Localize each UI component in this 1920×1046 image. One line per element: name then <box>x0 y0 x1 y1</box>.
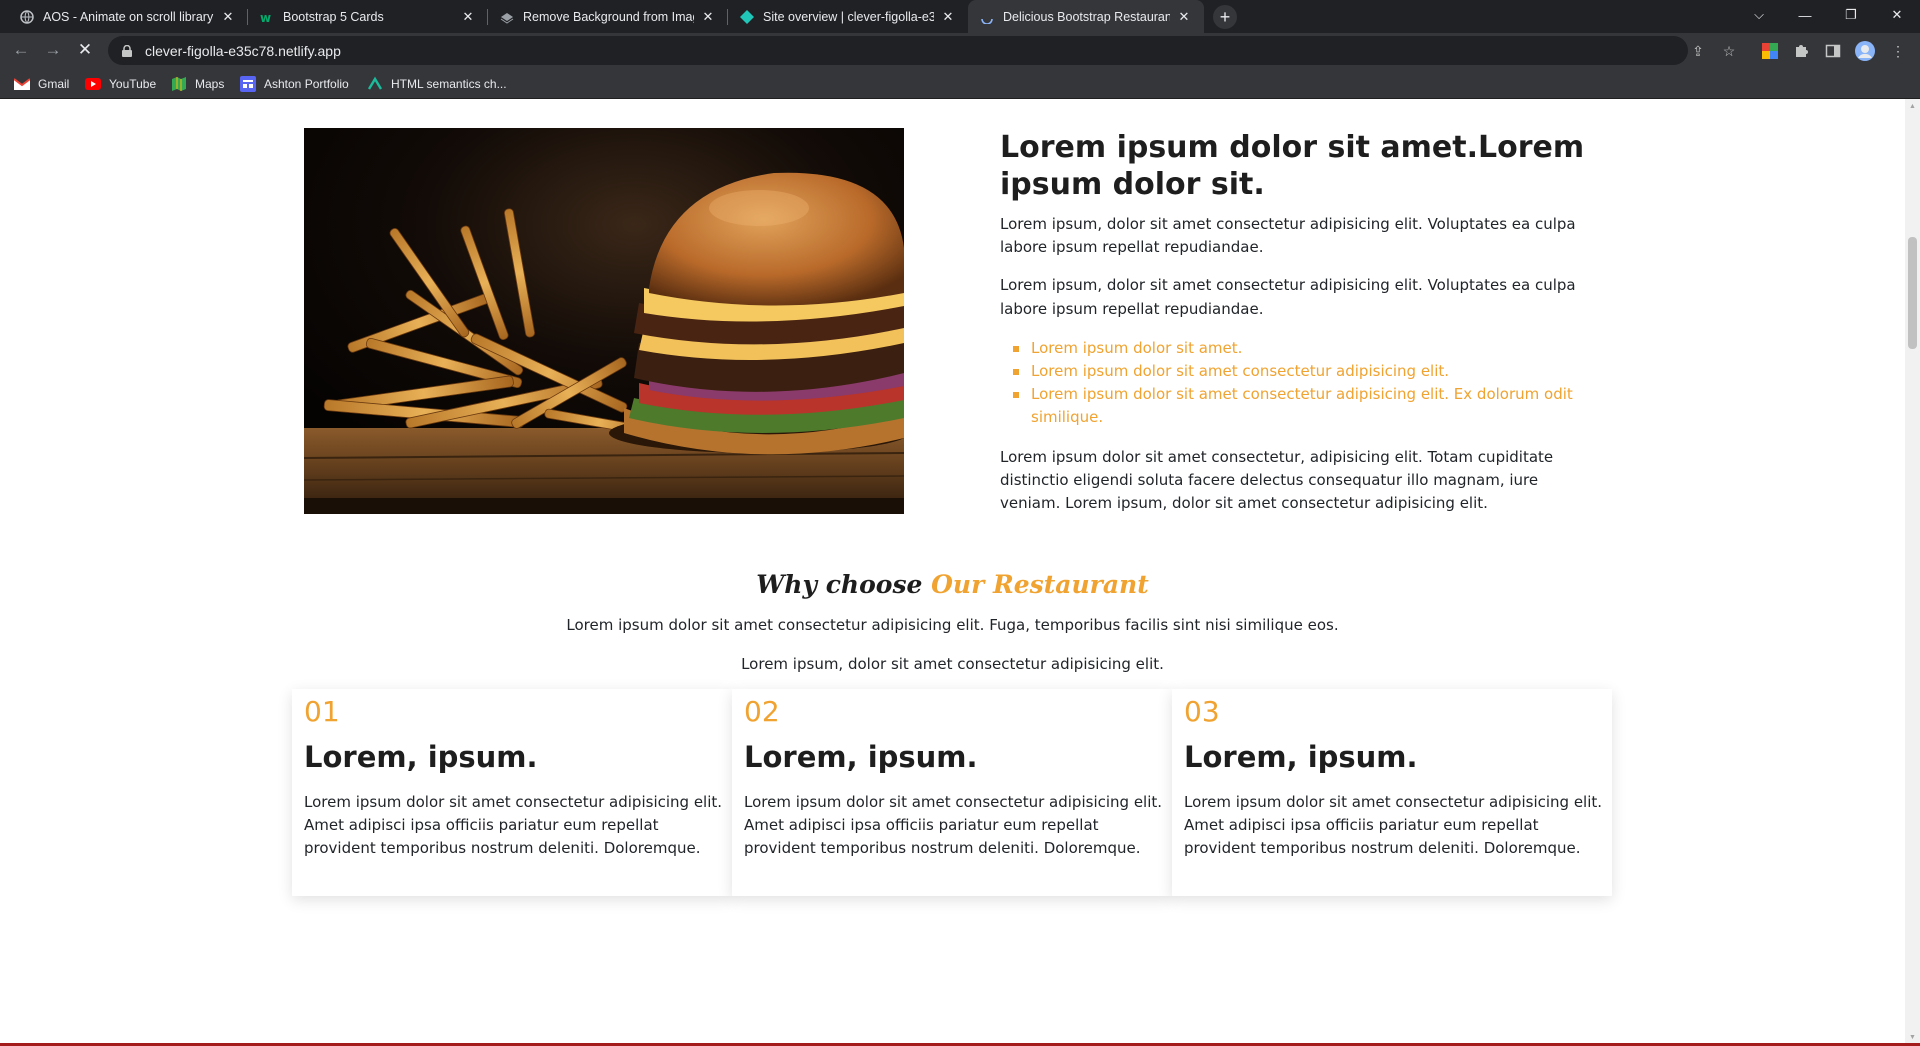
tab-aos[interactable]: AOS - Animate on scroll library ✕ <box>8 0 248 33</box>
feature-card: 03 Lorem, ipsum. Lorem ipsum dolor sit a… <box>1172 689 1612 896</box>
feature-card: 02 Lorem, ipsum. Lorem ipsum dolor sit a… <box>732 689 1172 896</box>
page-viewport: Lorem ipsum dolor sit amet.Lorem ipsum d… <box>0 99 1905 1046</box>
tab-title: Remove Background from Image <box>523 9 694 24</box>
bookmark-ashton-portfolio[interactable]: Ashton Portfolio <box>240 74 349 94</box>
new-tab-button[interactable]: + <box>1213 5 1237 29</box>
close-icon[interactable]: ✕ <box>1176 9 1192 25</box>
bookmark-label: Gmail <box>38 77 70 91</box>
color-extension-icon[interactable] <box>1760 41 1780 61</box>
gmail-icon <box>14 76 30 92</box>
about-heading: Lorem ipsum dolor sit amet.Lorem ipsum d… <box>1000 130 1585 202</box>
card-number: 02 <box>744 695 780 728</box>
bookmark-maps[interactable]: Maps <box>171 74 224 94</box>
card-number: 01 <box>304 695 340 728</box>
tab-netlify[interactable]: Site overview | clever-figolla-e35c ✕ <box>728 0 968 33</box>
bookmark-html-semantics[interactable]: HTML semantics ch... <box>367 74 507 94</box>
extensions-puzzle-icon[interactable] <box>1791 41 1811 61</box>
card-number: 03 <box>1184 695 1220 728</box>
portfolio-icon <box>240 76 256 92</box>
feature-cards: 01 Lorem, ipsum. Lorem ipsum dolor sit a… <box>292 689 1612 896</box>
lock-icon[interactable] <box>120 44 134 58</box>
url-text[interactable]: clever-figolla-e35c78.netlify.app <box>145 43 341 59</box>
bookmark-label: YouTube <box>109 77 157 91</box>
close-icon[interactable]: ✕ <box>220 9 236 25</box>
page-scrollbar[interactable]: ▲ ▼ <box>1905 99 1920 1046</box>
why-title-accent: Our Restaurant <box>931 570 1149 599</box>
bookmark-label: HTML semantics ch... <box>391 77 507 91</box>
about-list-item: Lorem ipsum dolor sit amet. <box>1013 337 1600 360</box>
card-title: Lorem, ipsum. <box>1184 740 1418 774</box>
html-icon <box>367 76 383 92</box>
minimize-button[interactable]: — <box>1782 0 1828 30</box>
card-text: Lorem ipsum dolor sit amet consectetur a… <box>1184 793 1603 858</box>
browser-chrome: AOS - Animate on scroll library ✕ w Boot… <box>0 0 1920 99</box>
card-text: Lorem ipsum dolor sit amet consectetur a… <box>304 793 723 858</box>
why-subtitle-2: Lorem ipsum, dolor sit amet consectetur … <box>741 655 1164 673</box>
bookmark-label: Ashton Portfolio <box>264 77 349 91</box>
close-icon[interactable]: ✕ <box>700 9 716 25</box>
tab-strip: AOS - Animate on scroll library ✕ w Boot… <box>0 0 1920 33</box>
side-panel-icon[interactable] <box>1823 41 1843 61</box>
scrollbar-thumb[interactable] <box>1908 237 1917 349</box>
back-arrow-icon[interactable]: ← <box>8 37 34 63</box>
bookmark-label: Maps <box>195 77 225 91</box>
about-list-item: Lorem ipsum dolor sit amet consectetur a… <box>1013 360 1600 383</box>
share-icon[interactable]: ⇪ <box>1688 41 1708 61</box>
card-title: Lorem, ipsum. <box>304 740 538 774</box>
why-title-prefix: Why choose <box>756 570 923 599</box>
close-icon[interactable]: ✕ <box>460 9 476 25</box>
burger-fries-image <box>304 128 904 514</box>
scroll-up-icon[interactable]: ▲ <box>1908 102 1917 112</box>
tab-bootstrap-cards[interactable]: w Bootstrap 5 Cards ✕ <box>248 0 488 33</box>
scroll-down-icon[interactable]: ▼ <box>1908 1033 1917 1043</box>
about-text-block: Lorem ipsum dolor sit amet.Lorem ipsum d… <box>1000 129 1600 515</box>
tab-title: Site overview | clever-figolla-e35c <box>763 9 934 24</box>
card-text: Lorem ipsum dolor sit amet consectetur a… <box>744 793 1163 858</box>
restore-button[interactable]: ❐ <box>1828 0 1874 30</box>
about-paragraph-2: Lorem ipsum, dolor sit amet consectetur … <box>1000 276 1576 318</box>
svg-text:w: w <box>260 11 271 24</box>
feature-card: 01 Lorem, ipsum. Lorem ipsum dolor sit a… <box>292 689 732 896</box>
stop-loading-icon[interactable]: ✕ <box>72 37 98 63</box>
tab-remove-bg[interactable]: Remove Background from Image ✕ <box>488 0 728 33</box>
about-list: Lorem ipsum dolor sit amet. Lorem ipsum … <box>1000 337 1600 430</box>
bookmark-star-icon[interactable]: ☆ <box>1719 41 1739 61</box>
youtube-icon <box>85 76 101 92</box>
tab-restaurant[interactable]: Delicious Bootstrap Restaurant ✕ <box>968 0 1204 33</box>
menu-kebab-icon[interactable]: ⋮ <box>1888 41 1908 61</box>
bookmarks-bar: Gmail YouTube Maps Ashton Portfolio HTML… <box>0 68 1920 99</box>
about-paragraph-3: Lorem ipsum dolor sit amet consectetur, … <box>1000 447 1554 513</box>
globe-icon <box>20 9 34 24</box>
tab-search-icon[interactable]: ⌵ <box>1736 0 1782 30</box>
why-section-title: Why choose Our Restaurant <box>0 570 1905 599</box>
tab-title: Delicious Bootstrap Restaurant <box>1003 9 1170 24</box>
maps-icon <box>171 76 187 92</box>
about-paragraph-1: Lorem ipsum, dolor sit amet consectetur … <box>1000 215 1576 257</box>
close-icon[interactable]: ✕ <box>940 9 956 25</box>
profile-avatar-icon[interactable] <box>1855 41 1875 61</box>
card-title: Lorem, ipsum. <box>744 740 978 774</box>
remove-bg-icon <box>500 10 514 24</box>
netlify-icon <box>740 9 754 24</box>
about-list-item: Lorem ipsum dolor sit amet consectetur a… <box>1013 383 1600 429</box>
tab-title: Bootstrap 5 Cards <box>283 9 384 24</box>
bookmark-youtube[interactable]: YouTube <box>85 74 156 94</box>
why-subtitle-1: Lorem ipsum dolor sit amet consectetur a… <box>566 616 1339 634</box>
tab-title: AOS - Animate on scroll library <box>43 9 214 24</box>
address-bar[interactable]: clever-figolla-e35c78.netlify.app <box>108 36 1688 65</box>
toolbar: ← → ✕ clever-figolla-e35c78.netlify.app … <box>0 33 1920 68</box>
w3schools-icon: w <box>260 10 274 24</box>
bookmark-gmail[interactable]: Gmail <box>14 74 69 94</box>
close-window-button[interactable]: ✕ <box>1874 0 1920 30</box>
loading-icon <box>980 10 994 24</box>
forward-arrow-icon[interactable]: → <box>40 37 66 63</box>
